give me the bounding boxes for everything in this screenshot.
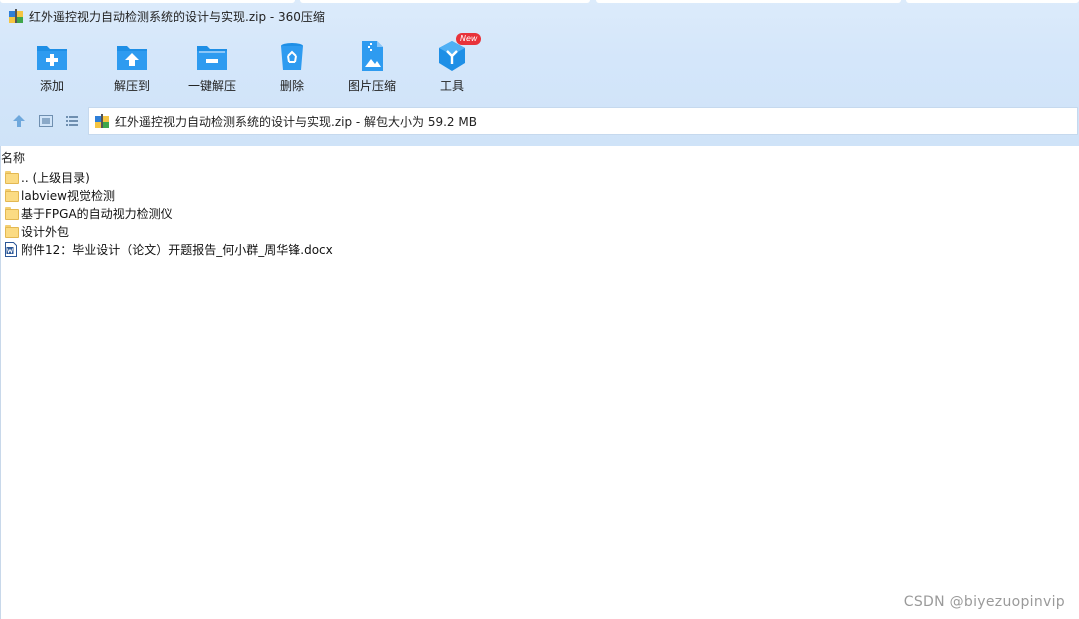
list-item-label: .. (上级目录) bbox=[21, 170, 90, 185]
window-chrome: 红外遥控视力自动检测系统的设计与实现.zip - 360压缩 添加 解压到 一键… bbox=[0, 0, 1079, 146]
folder-icon bbox=[5, 224, 19, 238]
column-header-name[interactable]: 名称 bbox=[1, 149, 25, 166]
image-compress-icon bbox=[355, 40, 389, 72]
list-item[interactable]: 基于FPGA的自动视力检测仪 bbox=[0, 204, 400, 222]
pane-divider bbox=[0, 146, 1, 619]
word-document-icon bbox=[4, 241, 18, 257]
archive-app-icon bbox=[8, 8, 24, 24]
tools-label: 工具 bbox=[439, 79, 464, 93]
one-click-extract-label: 一键解压 bbox=[187, 79, 236, 93]
list-item[interactable]: labview视觉检测 bbox=[0, 186, 400, 204]
file-rows: .. (上级目录) labview视觉检测 基于FPGA的自动视力检测仪 设计外… bbox=[0, 168, 400, 258]
tools-button[interactable]: 工具 bbox=[412, 38, 492, 98]
title-bar: 红外遥控视力自动检测系统的设计与实现.zip - 360压缩 bbox=[0, 5, 700, 27]
add-folder-icon bbox=[35, 40, 69, 72]
list-item-parent-directory[interactable]: .. (上级目录) bbox=[0, 168, 400, 186]
image-compress-label: 图片压缩 bbox=[347, 79, 396, 93]
delete-label: 删除 bbox=[279, 79, 304, 93]
folder-icon bbox=[5, 170, 19, 184]
list-item-label: 基于FPGA的自动视力检测仪 bbox=[21, 206, 173, 221]
archive-file-icon bbox=[94, 113, 110, 129]
thumbnail-view-icon[interactable] bbox=[38, 113, 54, 129]
watermark: CSDN @biyezuopinvip bbox=[903, 594, 1065, 610]
list-item-label: labview视觉检测 bbox=[21, 188, 115, 203]
recycle-bin-icon bbox=[275, 40, 309, 72]
extract-to-label: 解压到 bbox=[113, 79, 150, 93]
address-bar[interactable]: 红外遥控视力自动检测系统的设计与实现.zip - 解包大小为 59.2 MB bbox=[88, 107, 1078, 135]
add-button[interactable]: 添加 bbox=[12, 38, 92, 98]
image-compress-button[interactable]: 图片压缩 bbox=[332, 38, 412, 98]
list-item[interactable]: 附件12：毕业设计（论文）开题报告_何小群_周华锋.docx bbox=[0, 240, 400, 258]
window-title: 红外遥控视力自动检测系统的设计与实现.zip - 360压缩 bbox=[29, 9, 325, 24]
list-item-label: 设计外包 bbox=[21, 224, 70, 239]
list-view-icon[interactable] bbox=[64, 113, 80, 129]
one-click-extract-button[interactable]: 一键解压 bbox=[172, 38, 252, 98]
add-label: 添加 bbox=[39, 79, 64, 93]
up-arrow-icon[interactable] bbox=[11, 113, 27, 129]
extract-to-button[interactable]: 解压到 bbox=[92, 38, 172, 98]
tab-strip bbox=[0, 0, 1079, 4]
folder-icon bbox=[5, 188, 19, 202]
folder-icon bbox=[5, 206, 19, 220]
list-item[interactable]: 设计外包 bbox=[0, 222, 400, 240]
delete-button[interactable]: 删除 bbox=[252, 38, 332, 98]
one-click-extract-icon bbox=[195, 40, 229, 72]
list-item-label: 附件12：毕业设计（论文）开题报告_何小群_周华锋.docx bbox=[21, 242, 333, 257]
extract-to-icon bbox=[115, 40, 149, 72]
new-badge: New bbox=[456, 33, 482, 45]
file-list: 名称 .. (上级目录) labview视觉检测 基于FPGA的自动视力检测仪 … bbox=[0, 146, 1079, 619]
address-text: 红外遥控视力自动检测系统的设计与实现.zip - 解包大小为 59.2 MB bbox=[115, 114, 477, 129]
navigation-bar: 红外遥控视力自动检测系统的设计与实现.zip - 解包大小为 59.2 MB bbox=[0, 106, 1079, 136]
